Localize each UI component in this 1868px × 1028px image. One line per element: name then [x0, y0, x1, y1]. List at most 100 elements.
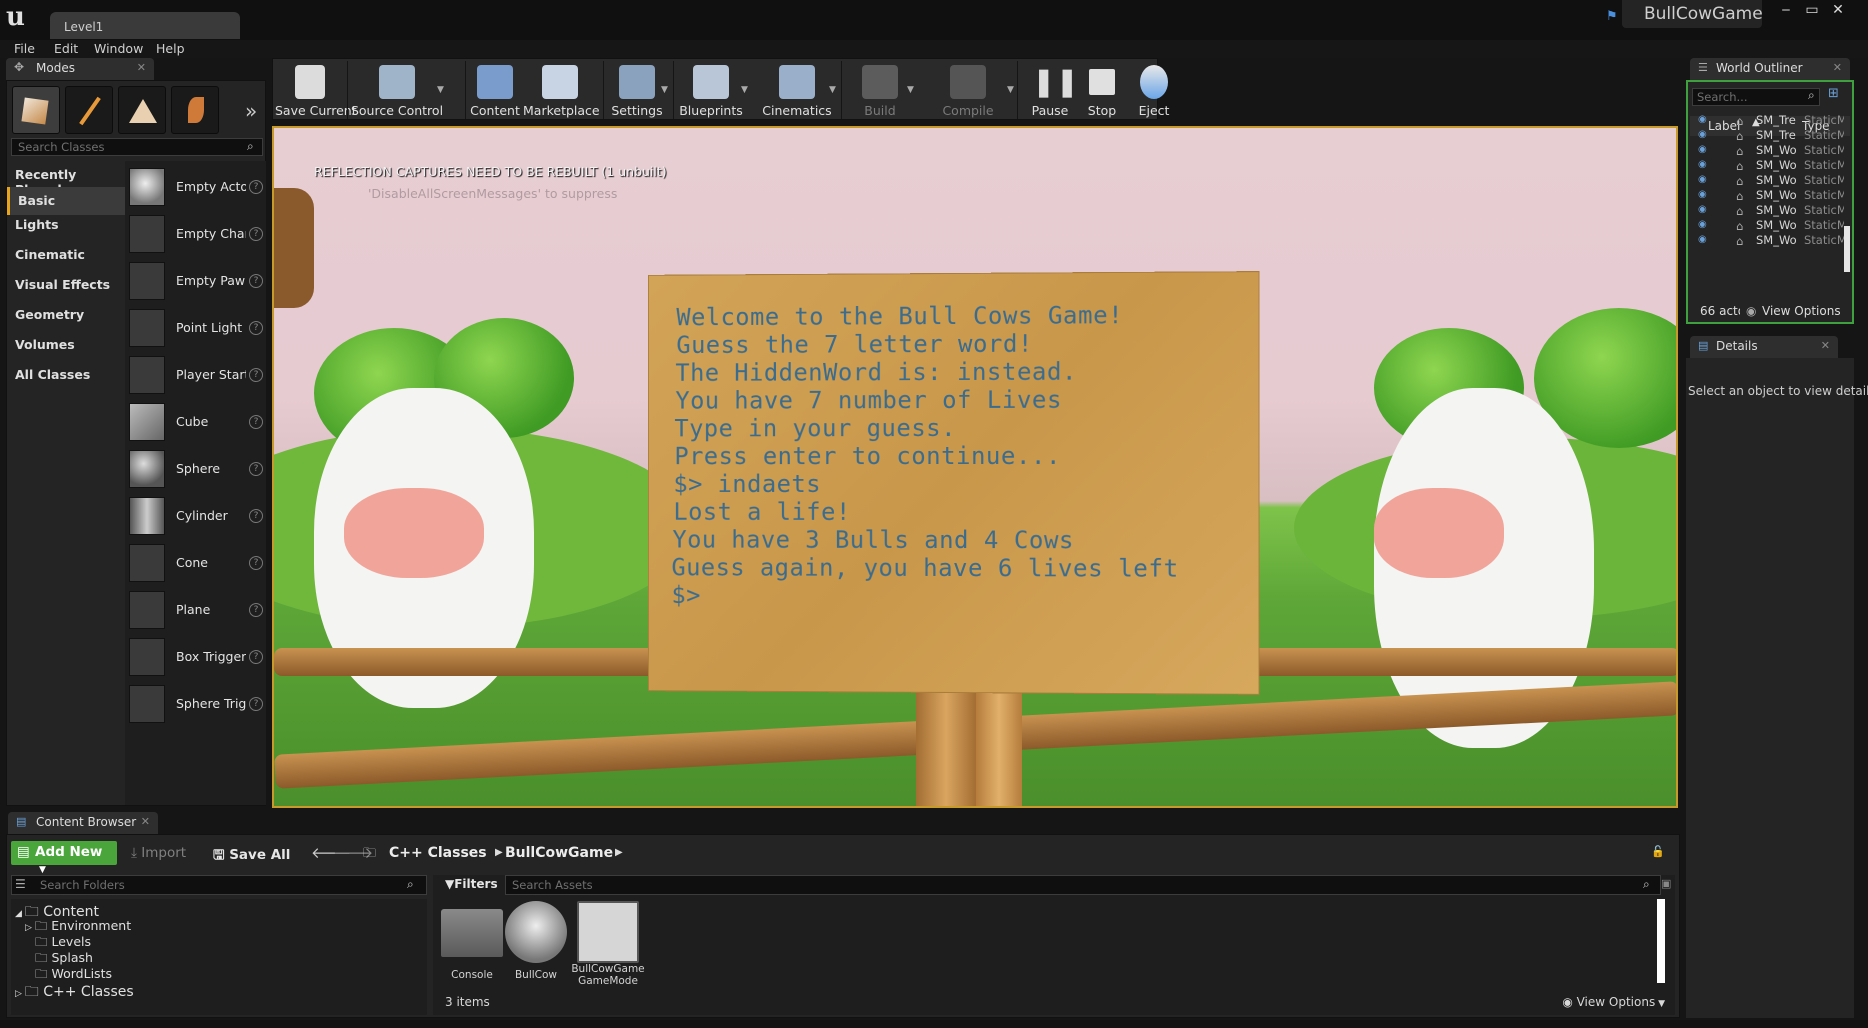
help-icon[interactable]: ? [249, 650, 263, 664]
list-item[interactable]: Sphere Trigger? [125, 682, 266, 728]
close-icon[interactable]: ✕ [1821, 339, 1830, 352]
asset-tile[interactable]: BullCowGame GameMode [571, 901, 645, 987]
help-icon[interactable]: ? [249, 603, 263, 617]
view-options-button[interactable]: View Options [1762, 304, 1841, 318]
world-outliner-tab[interactable]: ☰ World Outliner ✕ [1690, 58, 1850, 80]
search-classes-input[interactable]: Search Classes [11, 138, 263, 156]
level-viewport[interactable]: Welcome to the Bull Cows Game! Guess the… [272, 126, 1678, 808]
list-item[interactable]: Plane? [125, 588, 266, 634]
import-button[interactable]: ⤓ Import [131, 845, 186, 861]
stop-button[interactable]: Stop [1077, 59, 1127, 121]
chevron-down-icon[interactable]: ▼ [437, 85, 444, 95]
settings-button[interactable]: Settings ▼ [605, 59, 669, 121]
tree-item-cpp-classes[interactable]: ▷ 🗀 C++ Classes [15, 981, 134, 1005]
list-item[interactable]: Cone? [125, 541, 266, 587]
compile-button[interactable]: Compile ▼ [923, 59, 1014, 121]
marketplace-button[interactable]: Marketplace [523, 59, 600, 121]
help-icon[interactable]: ? [249, 274, 263, 288]
asset-tile[interactable]: BullCow [505, 901, 567, 981]
help-icon[interactable]: ? [249, 321, 263, 335]
close-icon[interactable]: ✕ [137, 61, 146, 74]
view-options-button[interactable]: ◉ View Options ▼ [1562, 995, 1665, 1009]
menu-help[interactable]: Help [156, 40, 185, 58]
visibility-eye-icon[interactable]: ◉ [1698, 204, 1707, 215]
list-item[interactable]: Box Trigger? [125, 635, 266, 681]
visibility-eye-icon[interactable]: ◉ [1698, 144, 1707, 155]
chevron-down-icon[interactable]: ▼ [661, 85, 668, 95]
chevron-down-icon[interactable]: ▼ [741, 85, 748, 95]
build-button[interactable]: Build ▼ [845, 59, 915, 121]
cinematics-button[interactable]: Cinematics ▼ [757, 59, 837, 121]
landscape-mode-button[interactable] [118, 86, 166, 134]
category-basic[interactable]: Basic [7, 187, 125, 215]
help-icon[interactable]: ? [249, 556, 263, 570]
help-icon[interactable]: ? [249, 368, 263, 382]
paint-mode-button[interactable] [65, 86, 113, 134]
list-item[interactable]: Cube? [125, 400, 266, 446]
breadcrumb-cpp-classes[interactable]: C++ Classes [389, 845, 487, 861]
maximize-button[interactable]: ▭ [1800, 1, 1824, 19]
chevron-down-icon[interactable]: ▼ [907, 85, 914, 95]
content-button[interactable]: Content [469, 59, 521, 121]
category-geometry[interactable]: Geometry [15, 307, 84, 322]
list-item[interactable]: Player Start? [125, 353, 266, 399]
visibility-eye-icon[interactable]: ◉ [1698, 234, 1707, 245]
menu-window[interactable]: Window [94, 40, 143, 58]
list-item[interactable]: Empty Actor? [125, 165, 266, 211]
save-all-button[interactable]: 🖫 Save All [213, 845, 290, 868]
help-icon[interactable]: ? [249, 509, 263, 523]
category-cinematic[interactable]: Cinematic [15, 247, 85, 262]
close-icon[interactable]: ✕ [1833, 61, 1842, 74]
help-icon[interactable]: ? [249, 180, 263, 194]
menu-edit[interactable]: Edit [54, 40, 78, 58]
list-item[interactable]: Empty Pawn? [125, 259, 266, 305]
visibility-eye-icon[interactable]: ◉ [1698, 129, 1707, 140]
visibility-eye-icon[interactable]: ◉ [1698, 114, 1707, 125]
list-item[interactable]: Empty Character? [125, 212, 266, 258]
lock-icon[interactable]: 🔓 [1651, 845, 1665, 858]
save-current-button[interactable]: Save Current [275, 59, 357, 121]
content-browser-tab[interactable]: ▤ Content Browser ✕ [8, 812, 158, 834]
chevron-down-icon[interactable]: ▼ [829, 85, 836, 95]
eject-button[interactable]: Eject [1129, 59, 1179, 121]
source-control-button[interactable]: Source Control ▼ [349, 59, 445, 121]
category-visual-effects[interactable]: Visual Effects [15, 277, 110, 292]
outliner-scrollbar[interactable] [1844, 226, 1850, 272]
search-folders-input[interactable]: Search Folders [11, 875, 427, 895]
help-icon[interactable]: ? [249, 415, 263, 429]
visibility-eye-icon[interactable]: ◉ [1698, 219, 1707, 230]
category-lights[interactable]: Lights [15, 217, 59, 232]
visibility-eye-icon[interactable]: ◉ [1698, 159, 1707, 170]
list-item[interactable]: Sphere? [125, 447, 266, 493]
expand-modes-icon[interactable]: » [245, 99, 257, 123]
details-tab[interactable]: ▤ Details ✕ [1690, 336, 1838, 358]
outliner-search-input[interactable]: Search... [1692, 88, 1820, 106]
search-assets-input[interactable]: Search Assets [505, 875, 1661, 895]
category-volumes[interactable]: Volumes [15, 337, 75, 352]
close-window-button[interactable]: ✕ [1826, 1, 1850, 19]
visibility-eye-icon[interactable]: ◉ [1698, 189, 1707, 200]
category-all-classes[interactable]: All Classes [15, 367, 90, 382]
add-folder-icon[interactable]: ⊞ [1828, 86, 1839, 101]
breadcrumb-bullcowgame[interactable]: BullCowGame [505, 845, 613, 861]
breadcrumb-arrow-icon[interactable]: ▶ [615, 847, 623, 858]
pause-button[interactable]: ❚❚ Pause [1021, 59, 1079, 121]
level-tab[interactable]: Level1 [50, 12, 240, 39]
add-new-button[interactable]: ▤ Add New ▼ [11, 841, 117, 875]
modes-tab[interactable]: ✥ Modes ✕ [6, 58, 154, 80]
tree-view-icon[interactable]: ☰ [15, 877, 26, 891]
help-icon[interactable]: ? [249, 697, 263, 711]
list-item[interactable]: Point Light? [125, 306, 266, 352]
menu-file[interactable]: File [14, 40, 35, 58]
help-icon[interactable]: ? [249, 227, 263, 241]
breadcrumb-arrow-icon[interactable]: ▶ [495, 847, 503, 858]
minimize-button[interactable]: ‒ [1774, 1, 1798, 19]
save-search-icon[interactable]: ▣ [1661, 877, 1671, 890]
outliner-row[interactable]: ◉ ⌂ SM_Wo StaticM [1692, 232, 1844, 250]
close-icon[interactable]: ✕ [141, 815, 150, 828]
asset-tile[interactable]: Console [441, 901, 503, 981]
foliage-mode-button[interactable] [171, 86, 219, 134]
chevron-down-icon[interactable]: ▼ [1007, 85, 1014, 95]
blueprints-button[interactable]: Blueprints ▼ [675, 59, 748, 121]
asset-scrollbar[interactable] [1657, 899, 1665, 983]
